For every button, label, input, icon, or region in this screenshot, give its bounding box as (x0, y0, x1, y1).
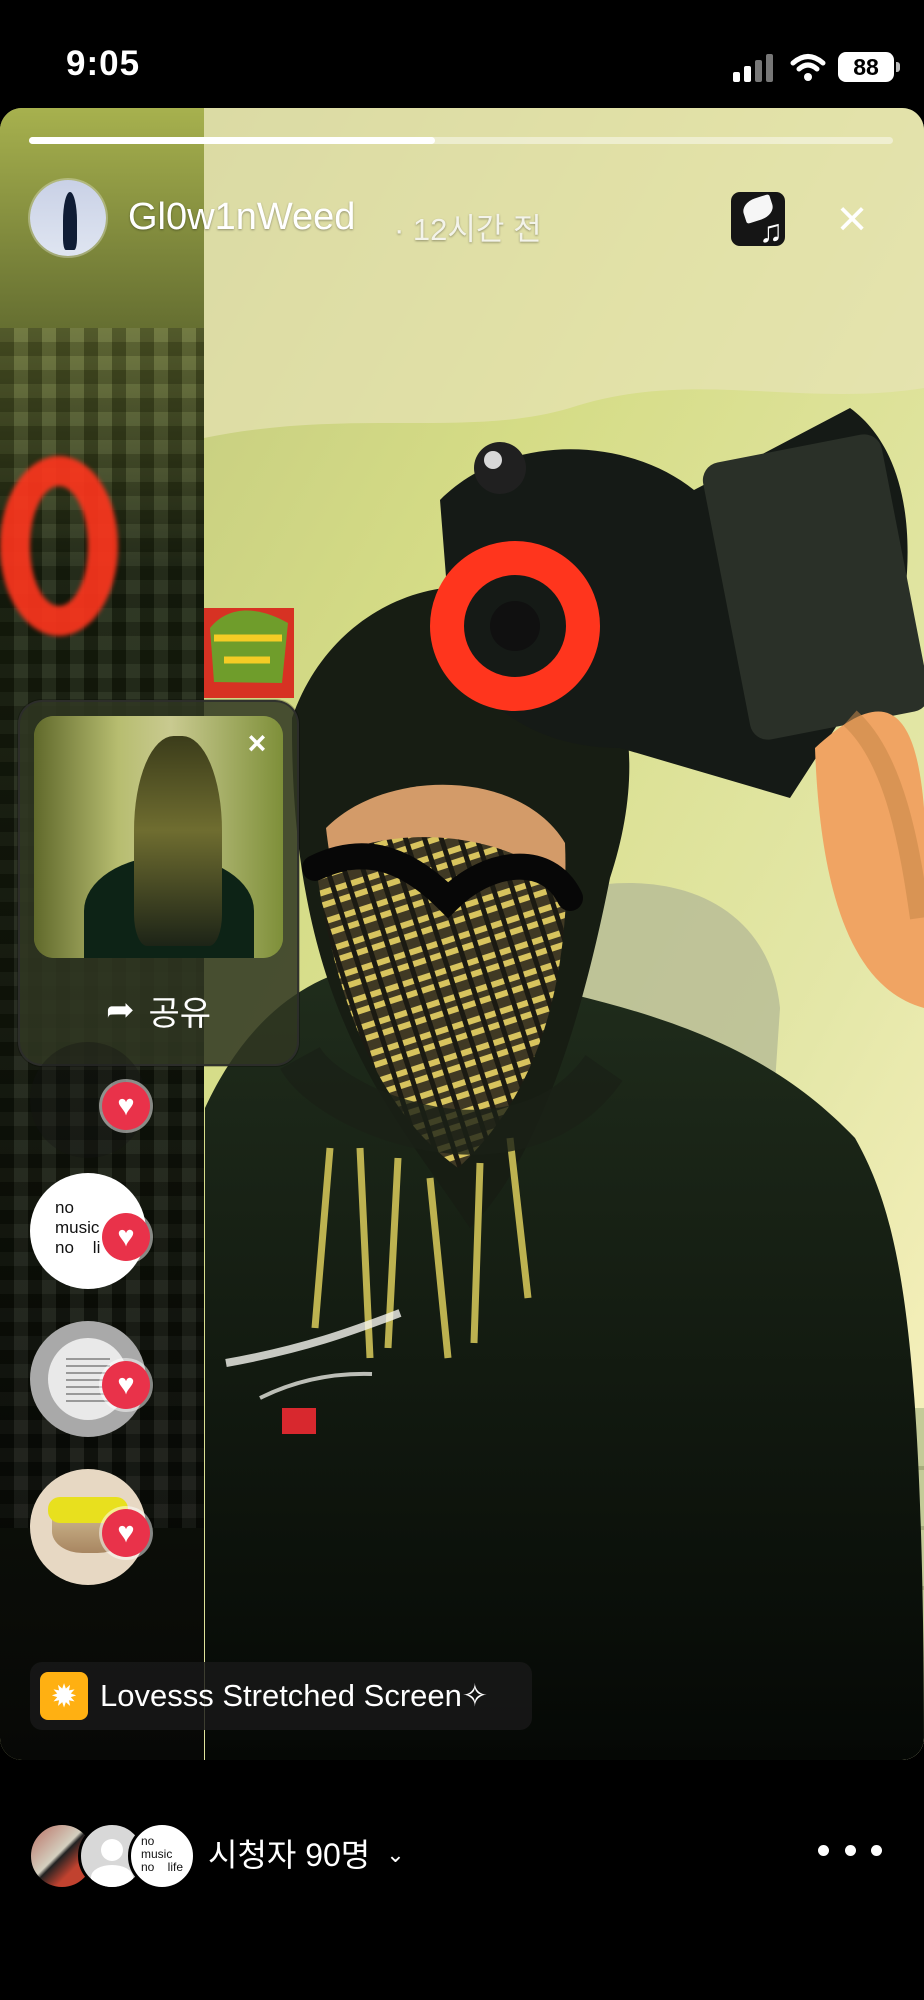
effect-label[interactable]: ✹ Lovesss Stretched Screen✧ (30, 1662, 532, 1730)
heart-icon: ♥ (102, 1082, 150, 1130)
red-goggle-blur (0, 456, 118, 636)
sparkle-icon: ✹ (40, 1672, 88, 1720)
status-bar: 9:05 88 (0, 0, 924, 110)
cellular-signal-icon (733, 52, 777, 82)
heart-icon: ♥ (102, 1509, 150, 1557)
viewer-avatar-text: no music no life (141, 1834, 184, 1874)
username-link[interactable]: Gl0w1nWeed (128, 196, 355, 239)
more-dot-icon (818, 1844, 829, 1856)
avatar-silhouette-icon (63, 192, 77, 250)
clock: 9:05 (66, 44, 141, 83)
story-progress-bar (29, 137, 893, 144)
heart-icon: ♥ (102, 1213, 150, 1261)
heart-icon: ♥ (102, 1361, 150, 1409)
effect-name: Lovesss Stretched Screen✧ (100, 1678, 488, 1713)
viewer-count-label: 시청자 90명 (208, 1837, 371, 1873)
story-header: Gl0w1nWeed · 12시간 전 ♫ × (0, 108, 924, 268)
chevron-down-icon: ⌄ (386, 1842, 405, 1867)
music-note-icon: ♫ (759, 213, 783, 246)
close-share-preview-button[interactable]: × (240, 726, 274, 760)
reaction-avatar-text: no music no li (55, 1198, 101, 1257)
close-story-button[interactable]: × (827, 193, 877, 245)
battery-indicator: 88 (838, 52, 900, 82)
more-dot-icon (871, 1844, 882, 1856)
share-preview-card: × ➦ 공유 (18, 700, 299, 1066)
share-label: 공유 (148, 994, 212, 1033)
more-dot-icon (844, 1844, 856, 1856)
more-options-button[interactable] (818, 1824, 882, 1876)
thumbnail-person (134, 736, 222, 946)
wifi-icon (790, 54, 826, 81)
story-viewer[interactable]: Gl0w1nWeed · 12시간 전 ♫ × × ➦ 공유 ♥ no musi… (0, 108, 924, 1760)
viewer-avatar-3[interactable]: no music no life (128, 1822, 196, 1890)
share-arrow-icon: ➦ (105, 991, 135, 1029)
profile-avatar[interactable] (30, 180, 106, 256)
viewer-count-button[interactable]: 시청자 90명 ⌄ (208, 1830, 405, 1876)
story-progress-fill (29, 137, 436, 144)
music-button[interactable]: ♫ (731, 192, 785, 246)
posted-time: · 12시간 전 (394, 212, 542, 247)
share-button[interactable]: ➦ 공유 (20, 972, 297, 1048)
